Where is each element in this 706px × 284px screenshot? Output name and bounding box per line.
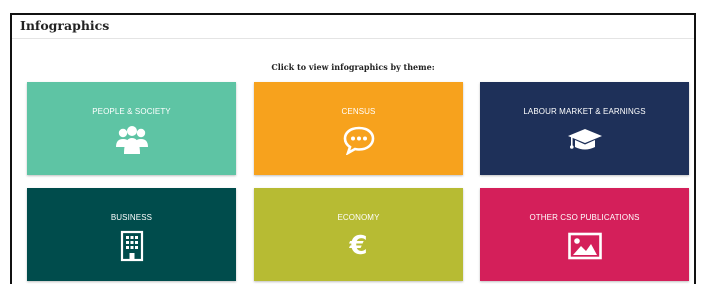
theme-instruction: Click to view infographics by theme:	[271, 62, 435, 72]
euro-icon: €	[341, 230, 377, 262]
image-icon	[567, 230, 603, 262]
panel-title: Infographics	[20, 18, 110, 33]
people-group-icon	[114, 124, 150, 156]
tile-label: BUSINESS	[110, 213, 153, 222]
tile-other-cso-publications[interactable]: OTHER CSO PUBLICATIONS	[480, 188, 689, 281]
tile-label: ECONOMY	[337, 213, 380, 222]
infographics-panel: Infographics Click to view infographics …	[10, 13, 696, 284]
speech-bubble-icon	[341, 124, 377, 156]
tile-label: CENSUS	[341, 107, 376, 116]
panel-header: Infographics	[12, 15, 694, 39]
tile-people-society[interactable]: PEOPLE & SOCIETY	[27, 82, 236, 175]
tile-business[interactable]: BUSINESS	[27, 188, 236, 281]
graduation-cap-icon	[567, 124, 603, 156]
tile-economy[interactable]: ECONOMY €	[254, 188, 463, 281]
tile-label: PEOPLE & SOCIETY	[92, 107, 171, 116]
tile-labour-market-earnings[interactable]: LABOUR MARKET & EARNINGS	[480, 82, 689, 175]
tile-label: OTHER CSO PUBLICATIONS	[529, 213, 640, 222]
office-building-icon	[114, 230, 150, 262]
tile-label: LABOUR MARKET & EARNINGS	[523, 107, 646, 116]
tile-census[interactable]: CENSUS	[254, 82, 463, 175]
euro-symbol: €	[349, 231, 368, 261]
